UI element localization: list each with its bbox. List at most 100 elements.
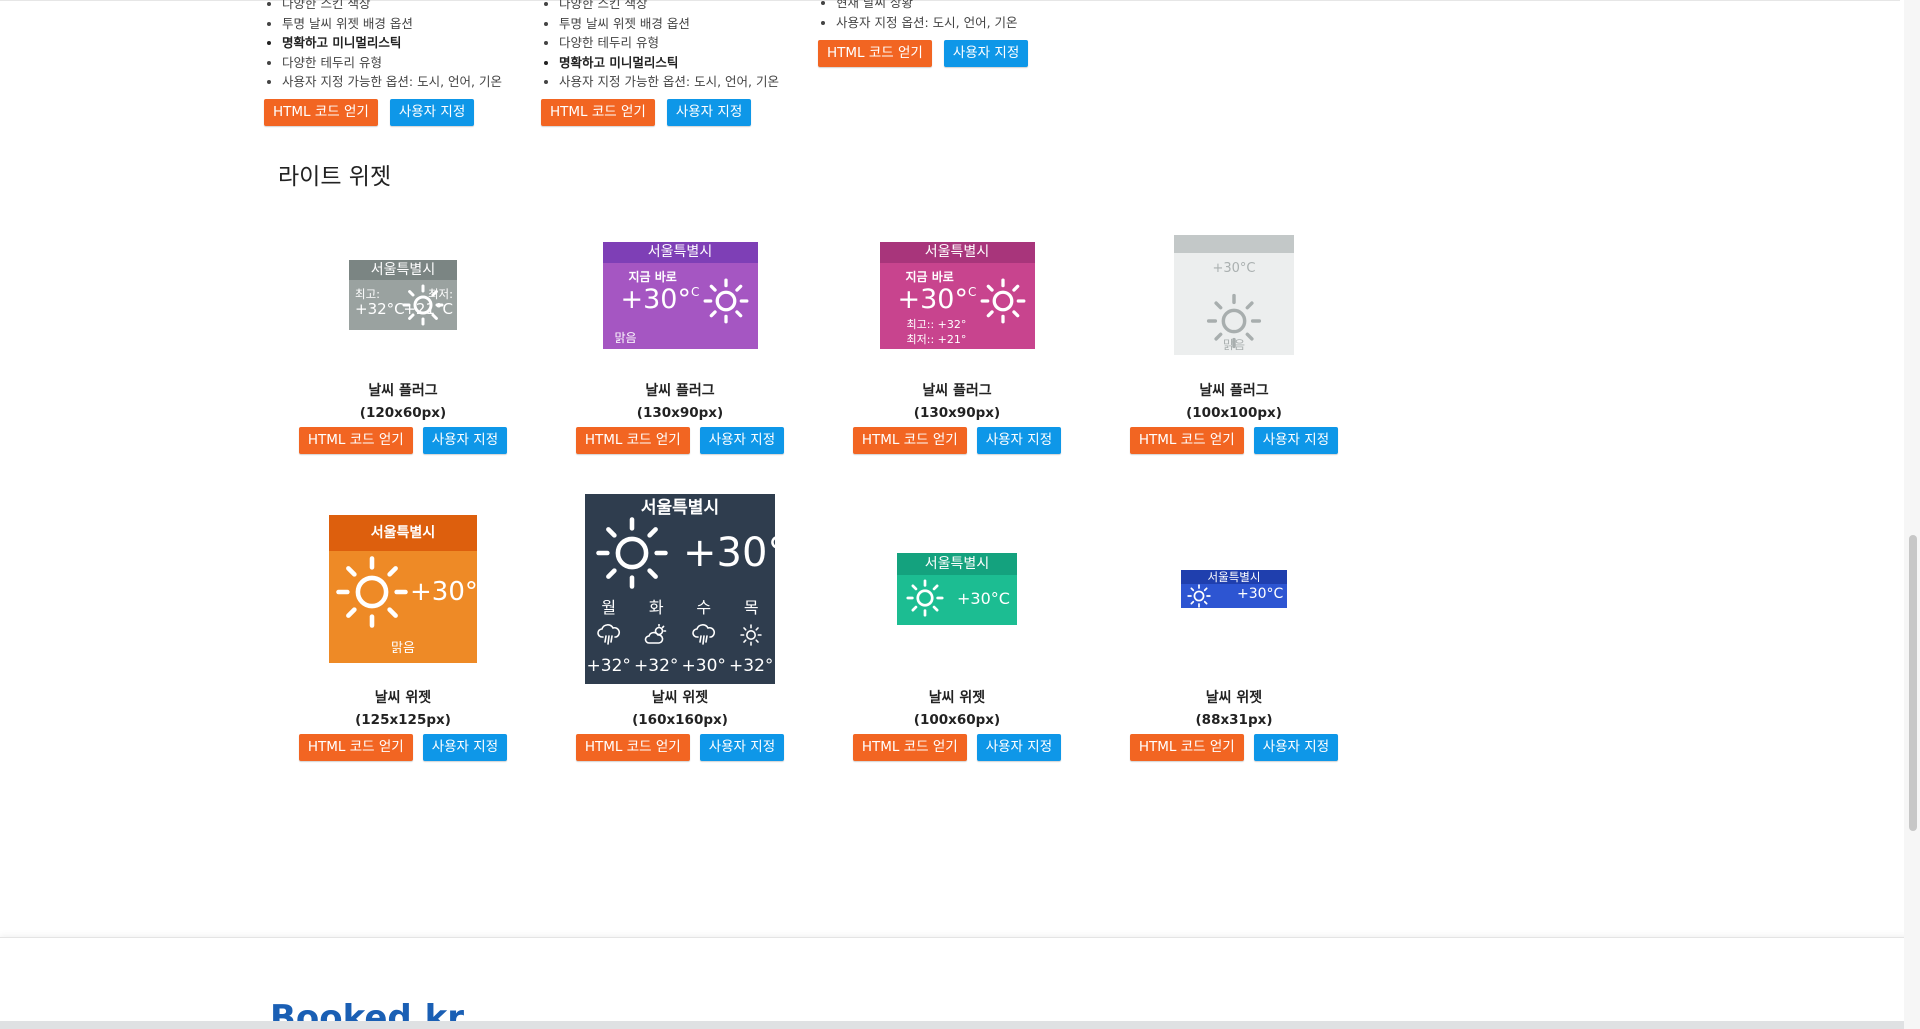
widget-card: 서울특별시 지금 바로 +30°C 맑음 날씨 플러그 (130x90px) H… (541, 210, 819, 454)
customize-button[interactable]: 사용자 지정 (699, 734, 785, 761)
widget-name: 날씨 위젯 (928, 690, 986, 706)
day-temp: +30° (681, 656, 726, 676)
sun-icon (595, 516, 669, 590)
customize-button[interactable]: 사용자 지정 (976, 427, 1062, 454)
partly-cloudy-icon (633, 620, 681, 650)
widget-name: 날씨 플러그 (922, 383, 992, 399)
get-html-code-button[interactable]: HTML 코드 얻기 (852, 734, 967, 761)
get-html-code-button[interactable]: HTML 코드 얻기 (298, 427, 413, 454)
widget-name: 날씨 위젯 (1205, 690, 1263, 706)
widget-size: (120x60px) (359, 405, 447, 421)
forecast-row: 월 +32° 화 +32° 수 +30° 목 +32° (585, 594, 775, 676)
widget-name: 날씨 위젯 (651, 690, 709, 706)
condition-text: 맑음 (391, 641, 415, 656)
get-html-code-button[interactable]: HTML 코드 얻기 (1129, 427, 1244, 454)
weather-plug-preview-1[interactable]: 서울특별시 최고: +32°C 최저: +21°C (349, 260, 457, 330)
feature-item: 사용자 지정 가능한 옵션: 도시, 언어, 기온 (559, 72, 779, 92)
customize-button[interactable]: 사용자 지정 (1253, 427, 1339, 454)
sun-icon (1187, 584, 1211, 608)
customize-button[interactable]: 사용자 지정 (666, 98, 752, 126)
day-name: 목 (743, 598, 759, 617)
sun-icon (703, 278, 749, 324)
feature-column-1: 다양한 스킨 색상 투명 날씨 위젯 배경 옵션 명확하고 미니멀리스틱 다양한… (264, 0, 502, 126)
get-html-code-button[interactable]: HTML 코드 얻기 (575, 734, 690, 761)
get-html-code-button[interactable]: HTML 코드 얻기 (298, 734, 413, 761)
feature-item: 사용자 지정 옵션: 도시, 언어, 기온 (836, 13, 1028, 33)
widget-card: 서울특별시 최고: +32°C 최저: +21°C 날씨 플러그 (120x60px… (264, 210, 542, 454)
day-name: 월 (601, 598, 617, 617)
feature-item: 투명 날씨 위젯 배경 옵션 (559, 14, 779, 34)
day-temp: +32° (586, 656, 631, 676)
scrollbar-thumb[interactable] (1909, 535, 1917, 831)
feature-item: 명확하고 미니멀리스틱 (282, 33, 502, 53)
feature-item: 다양한 스킨 색상 (282, 0, 502, 14)
get-html-code-button[interactable]: HTML 코드 얻기 (852, 427, 967, 454)
customize-button[interactable]: 사용자 지정 (699, 427, 785, 454)
now-label: 지금 바로 (628, 269, 677, 284)
get-html-code-button[interactable]: HTML 코드 얻기 (264, 98, 378, 126)
customize-button[interactable]: 사용자 지정 (943, 40, 1029, 68)
weather-plug-preview-4[interactable]: 서울특별시 +30°C 맑음 (1174, 235, 1294, 355)
customize-button[interactable]: 사용자 지정 (389, 98, 475, 126)
feature-item: 다양한 테두리 유형 (559, 33, 779, 53)
weather-widget-preview-2[interactable]: 서울특별시 +30°C 월 +32° 화 (585, 494, 775, 684)
get-html-code-button[interactable]: HTML 코드 얻기 (1129, 734, 1244, 761)
widget-card: 서울특별시 +30°C 맑음 날씨 플러그 (100x100px) HTML 코… (1095, 210, 1373, 454)
footer: Booked.kr (0, 937, 1920, 1029)
feature-item: 사용자 지정 가능한 옵션: 도시, 언어, 기온 (282, 72, 502, 92)
cloud-rain-icon (680, 620, 728, 650)
weather-plug-preview-3[interactable]: 서울특별시 지금 바로 +30°C 최고:: +32° 최저:: +21° (879, 241, 1035, 349)
low-temp: 최저:: +21° (906, 332, 967, 346)
now-label: 지금 바로 (905, 269, 954, 284)
city-name: 서울특별시 (602, 241, 758, 263)
forecast-day: 월 +32° (585, 594, 633, 676)
forecast-day: 목 +32° (728, 594, 776, 676)
widget-card: 서울특별시 +30°C 날씨 위젯 (88x31px) HTML 코드 얻기 사… (1095, 491, 1373, 761)
sun-icon (906, 579, 944, 617)
widget-card: 서울특별시 지금 바로 +30°C 최고:: +32° 최저:: +21° 날씨 … (818, 210, 1096, 454)
weather-widget-preview-3[interactable]: 서울특별시 +30°C (897, 553, 1017, 625)
widget-name: 날씨 위젯 (374, 690, 432, 706)
feature-list: 현재 날씨 상황 사용자 지정 옵션: 도시, 언어, 기온 (818, 0, 1028, 32)
city-name: 서울특별시 (1181, 570, 1287, 584)
day-name: 수 (696, 598, 712, 617)
customize-button[interactable]: 사용자 지정 (976, 734, 1062, 761)
weather-plug-preview-2[interactable]: 서울특별시 지금 바로 +30°C 맑음 (602, 241, 758, 349)
city-name: 서울특별시 (329, 515, 477, 551)
widget-card: 서울특별시 +30°C 월 +32° 화 (541, 491, 819, 761)
widget-size: (125x125px) (355, 712, 451, 728)
bottom-bar (0, 1021, 1920, 1029)
condition-text: 맑음 (1222, 338, 1246, 352)
get-html-code-button[interactable]: HTML 코드 얻기 (575, 427, 690, 454)
customize-button[interactable]: 사용자 지정 (422, 427, 508, 454)
get-html-code-button[interactable]: HTML 코드 얻기 (541, 98, 655, 126)
widget-card: 서울특별시 +30°C 날씨 위젯 (100x60px) HTML 코드 얻기 … (818, 491, 1096, 761)
weather-widget-preview-1[interactable]: 서울특별시 +30°C 맑음 (329, 515, 477, 663)
feature-column-2: 다양한 스킨 색상 투명 날씨 위젯 배경 옵션 다양한 테두리 유형 명확하고… (541, 0, 779, 126)
feature-item: 현재 날씨 상황 (836, 0, 1028, 13)
day-temp: +32° (729, 656, 774, 676)
city-name: 서울특별시 (1204, 236, 1264, 251)
customize-button[interactable]: 사용자 지정 (1253, 734, 1339, 761)
temp-unit: C (967, 284, 977, 299)
feature-column-3: 현재 날씨 상황 사용자 지정 옵션: 도시, 언어, 기온 HTML 코드 얻… (818, 0, 1029, 68)
cloud-rain-icon (585, 620, 633, 650)
temp-unit: C (690, 284, 700, 299)
feature-item: 명확하고 미니멀리스틱 (559, 53, 779, 73)
feature-list: 다양한 스킨 색상 투명 날씨 위젯 배경 옵션 명확하고 미니멀리스틱 다양한… (264, 0, 502, 92)
widget-size: (130x90px) (636, 405, 724, 421)
widget-name: 날씨 플러그 (1199, 383, 1269, 399)
scrollbar-track[interactable] (1904, 0, 1920, 1029)
widget-size: (100x100px) (1186, 405, 1282, 421)
feature-item: 다양한 테두리 유형 (282, 53, 502, 73)
city-name: 서울특별시 (879, 241, 1035, 263)
get-html-code-button[interactable]: HTML 코드 얻기 (818, 40, 932, 68)
widget-name: 날씨 플러그 (368, 383, 438, 399)
customize-button[interactable]: 사용자 지정 (422, 734, 508, 761)
sun-icon (980, 278, 1026, 324)
forecast-day: 수 +30° (680, 594, 728, 676)
feature-list: 다양한 스킨 색상 투명 날씨 위젯 배경 옵션 다양한 테두리 유형 명확하고… (541, 0, 779, 92)
widget-size: (130x90px) (913, 405, 1001, 421)
weather-widget-preview-4[interactable]: 서울특별시 +30°C (1181, 570, 1287, 608)
forecast-day: 화 +32° (633, 594, 681, 676)
